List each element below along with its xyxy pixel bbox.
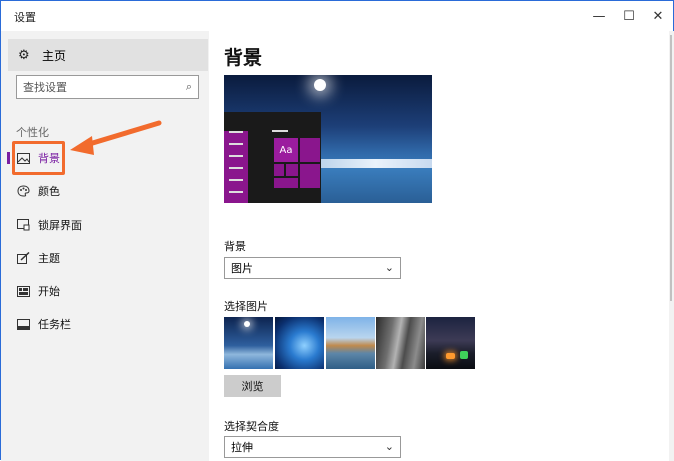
preview-menu-line bbox=[272, 130, 288, 132]
thumbnail-windows-blue[interactable] bbox=[275, 317, 324, 369]
thumbnail-milky-way-tent[interactable] bbox=[426, 317, 475, 369]
home-button[interactable]: ⚙ 主页 bbox=[8, 39, 208, 71]
thumbnail-rock-cliff[interactable] bbox=[376, 317, 425, 369]
preview-tile bbox=[300, 138, 320, 162]
sidebar: ⚙ 主页 查找设置 ⌕ 个性化 背景 颜色 锁屏界面 主题 开始 任务栏 bbox=[1, 31, 209, 461]
close-button[interactable]: ✕ bbox=[641, 1, 674, 31]
sidebar-item-lock-screen[interactable]: 锁屏界面 bbox=[1, 212, 209, 238]
title-bar: 设置 — ☐ ✕ bbox=[1, 1, 673, 31]
window-title: 设置 bbox=[14, 11, 36, 24]
fit-value: 拉伸 bbox=[231, 441, 253, 454]
annotation-arrow-icon bbox=[70, 120, 162, 155]
fit-label: 选择契合度 bbox=[224, 420, 279, 433]
sidebar-item-label: 开始 bbox=[38, 285, 60, 298]
active-indicator bbox=[7, 152, 10, 164]
preview-menu-line bbox=[229, 131, 243, 133]
browse-button[interactable]: 浏览 bbox=[224, 375, 281, 397]
search-input[interactable]: 查找设置 ⌕ bbox=[16, 75, 199, 99]
preview-menu-line bbox=[229, 155, 243, 157]
choose-picture-label: 选择图片 bbox=[224, 300, 268, 313]
minimize-button[interactable]: — bbox=[582, 1, 616, 31]
preview-menu-line bbox=[229, 167, 243, 169]
fit-dropdown[interactable]: 拉伸 ⌄ bbox=[224, 436, 401, 458]
background-type-dropdown[interactable]: 图片 ⌄ bbox=[224, 257, 401, 279]
thumbnail-green-tent bbox=[460, 351, 468, 359]
sidebar-item-taskbar[interactable]: 任务栏 bbox=[1, 311, 209, 337]
sidebar-item-label: 锁屏界面 bbox=[38, 219, 82, 232]
preview-tile bbox=[300, 164, 320, 188]
chevron-down-icon: ⌄ bbox=[384, 440, 394, 453]
search-placeholder: 查找设置 bbox=[23, 81, 67, 94]
thumbnail-sun bbox=[244, 321, 250, 327]
sun-glow bbox=[314, 79, 326, 91]
sidebar-item-label: 颜色 bbox=[38, 185, 60, 198]
start-grid-icon bbox=[16, 285, 30, 297]
preview-tile bbox=[274, 178, 298, 188]
background-type-label: 背景 bbox=[224, 240, 246, 253]
chevron-down-icon: ⌄ bbox=[384, 261, 394, 274]
taskbar-icon bbox=[16, 318, 30, 330]
settings-window: 设置 — ☐ ✕ ⚙ 主页 查找设置 ⌕ 个性化 背景 颜色 锁屏界面 主题 开… bbox=[0, 0, 674, 461]
gear-icon: ⚙ bbox=[18, 47, 30, 63]
sidebar-item-label: 任务栏 bbox=[38, 318, 71, 331]
brush-icon bbox=[16, 252, 30, 264]
sidebar-item-colors[interactable]: 颜色 bbox=[1, 178, 209, 204]
palette-icon bbox=[16, 185, 30, 197]
preview-tile-aa: Aa bbox=[274, 138, 298, 162]
background-preview: Aa bbox=[224, 75, 432, 203]
page-title: 背景 bbox=[224, 47, 263, 69]
preview-water bbox=[319, 168, 432, 203]
preview-tile bbox=[274, 164, 284, 176]
preview-menu-line bbox=[229, 179, 243, 181]
scrollbar[interactable] bbox=[669, 31, 674, 461]
preview-tile bbox=[286, 164, 298, 176]
home-label: 主页 bbox=[42, 48, 67, 63]
section-label-personalization: 个性化 bbox=[16, 126, 49, 139]
thumbnail-beach-rocks[interactable] bbox=[326, 317, 375, 369]
sidebar-item-themes[interactable]: 主题 bbox=[1, 245, 209, 271]
sidebar-item-label: 主题 bbox=[38, 252, 60, 265]
background-type-value: 图片 bbox=[231, 262, 253, 275]
search-icon[interactable]: ⌕ bbox=[186, 80, 192, 94]
main-content: 背景 Aa 背景 图片 ⌄ 选择图片 浏览 选择契合度 拉伸 ⌄ bbox=[209, 31, 669, 461]
thumbnail-lake-night[interactable] bbox=[224, 317, 273, 369]
scrollbar-thumb[interactable] bbox=[670, 35, 672, 301]
thumbnail-tent-glow bbox=[446, 353, 455, 359]
preview-menu-line bbox=[229, 143, 243, 145]
preview-menu-line bbox=[229, 191, 243, 193]
sidebar-item-start[interactable]: 开始 bbox=[1, 278, 209, 304]
lock-screen-icon bbox=[16, 219, 30, 231]
